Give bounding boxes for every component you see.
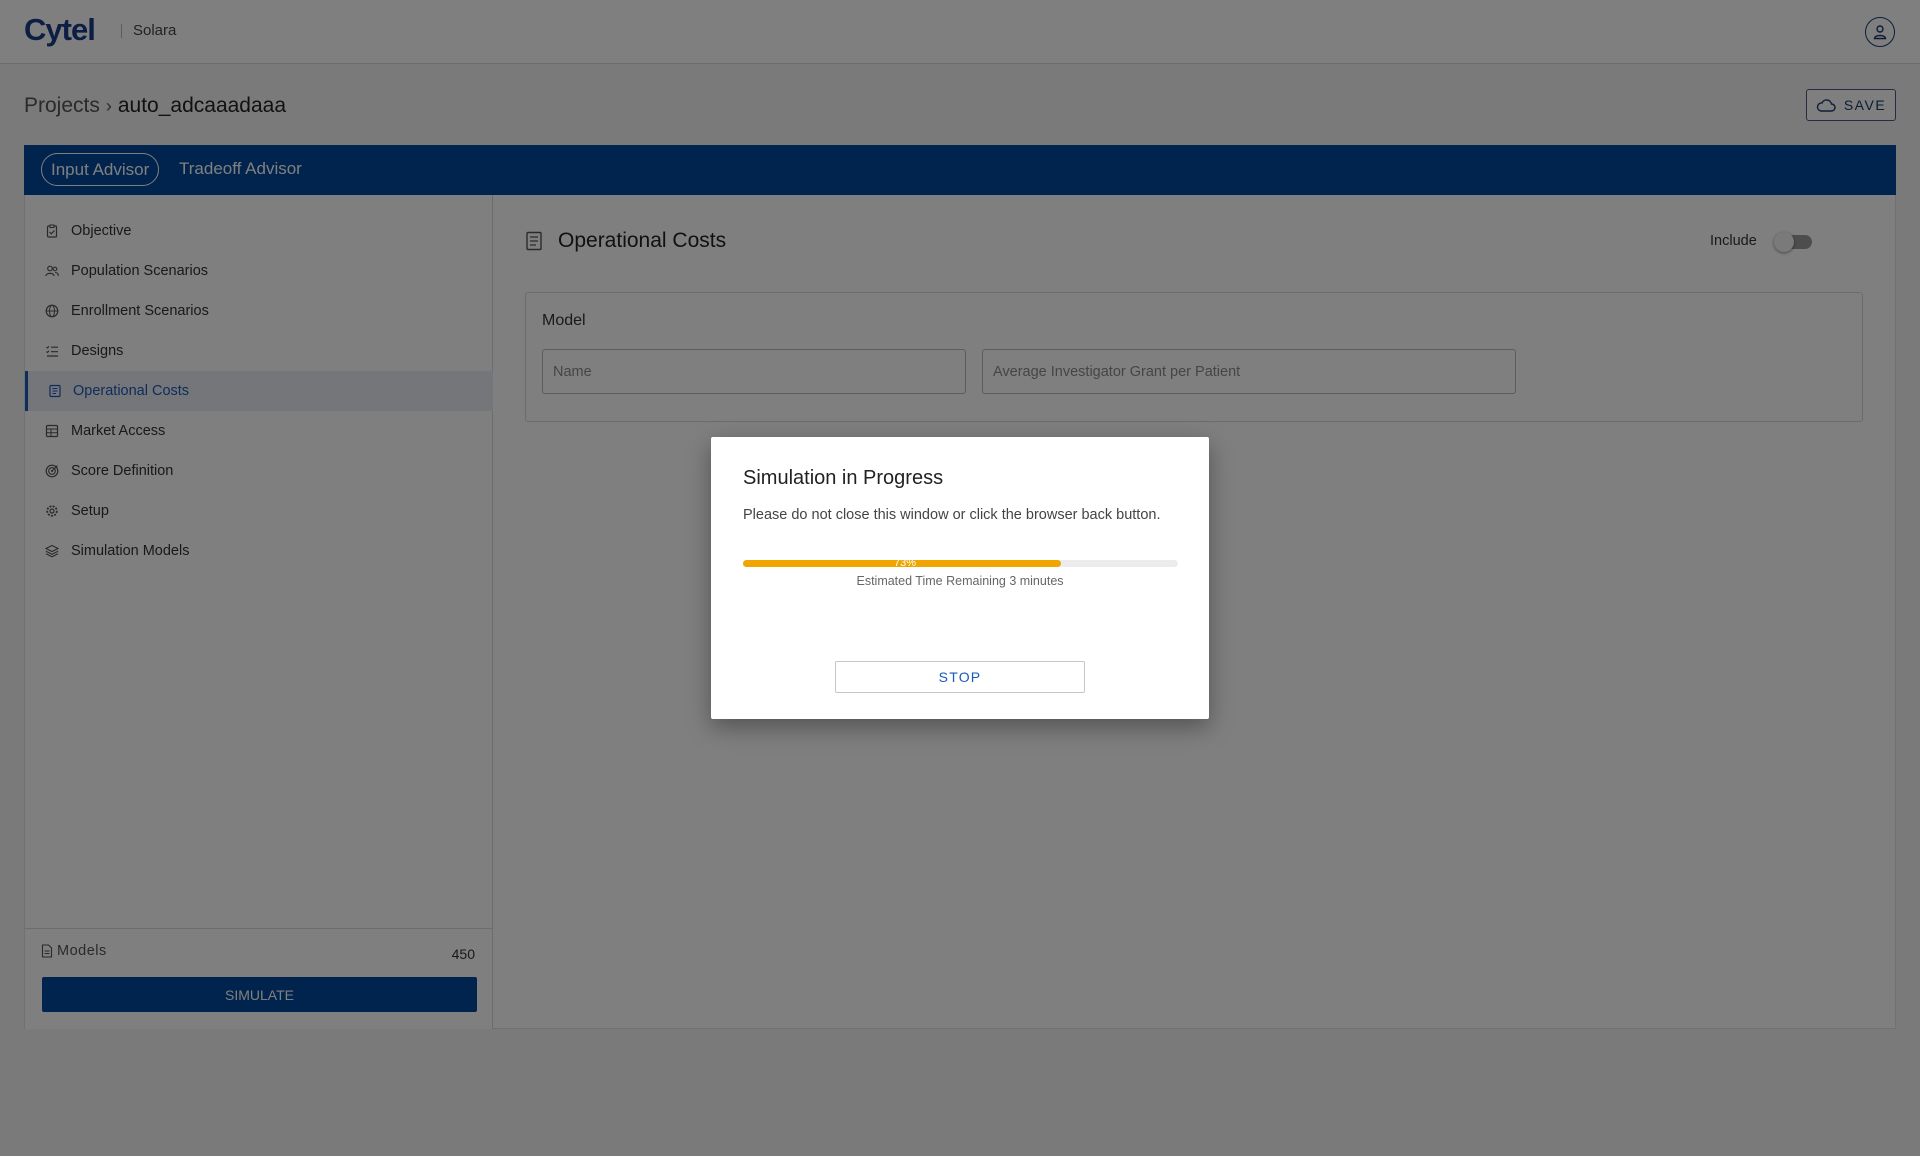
stop-button[interactable]: STOP (835, 661, 1085, 693)
dialog-title: Simulation in Progress (743, 467, 944, 489)
simulation-progress-dialog: Simulation in Progress Please do not clo… (711, 437, 1209, 719)
progress-bar: 73% (743, 557, 1178, 569)
progress-percent-label: 73% (894, 557, 917, 569)
dialog-message: Please do not close this window or click… (743, 507, 1161, 523)
estimated-time-remaining: Estimated Time Remaining 3 minutes (856, 574, 1064, 588)
